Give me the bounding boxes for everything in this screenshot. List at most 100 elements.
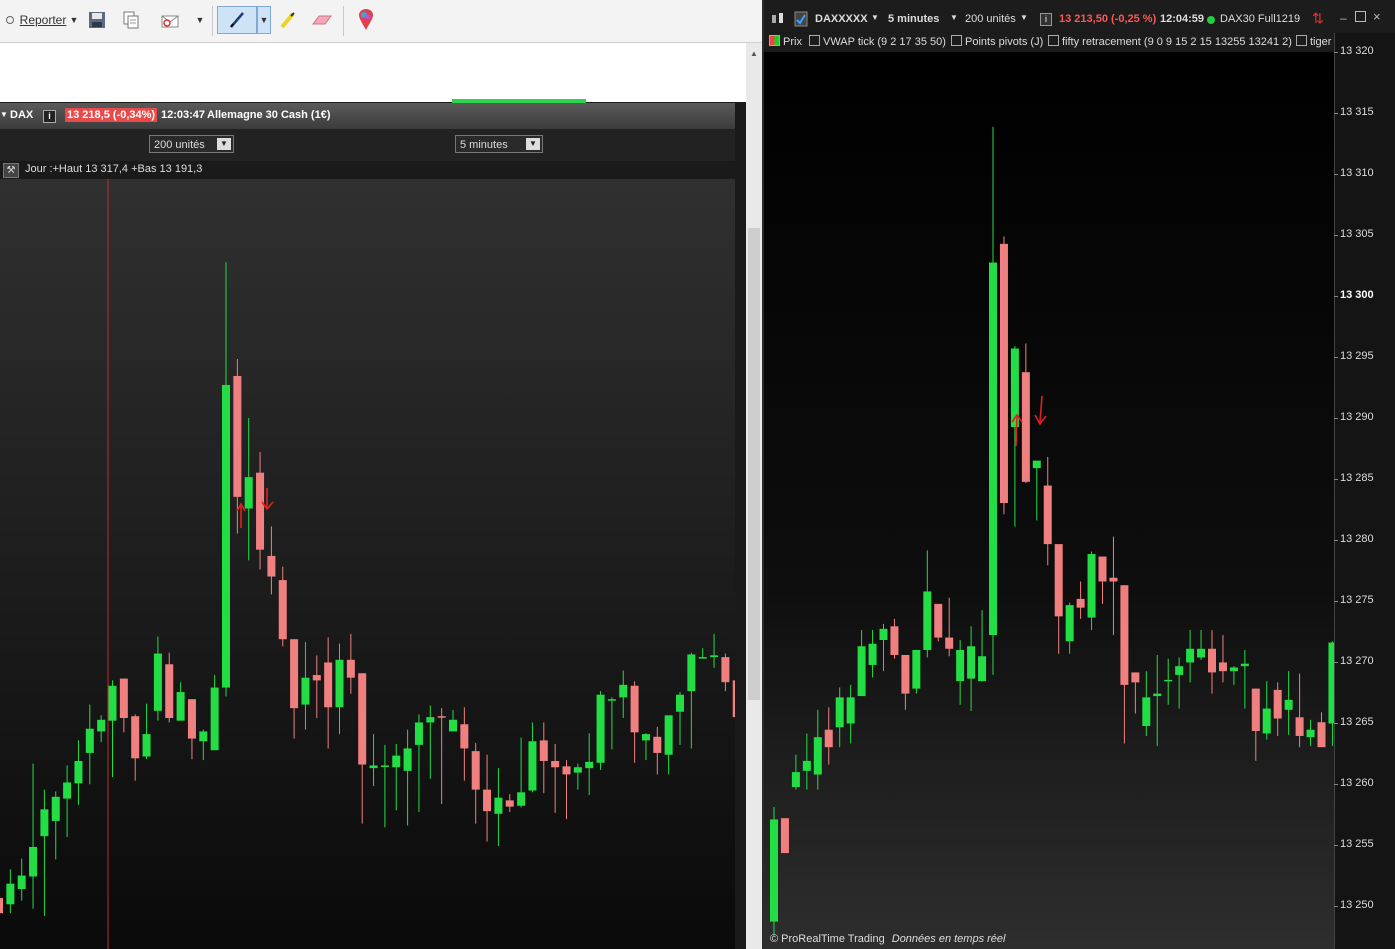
candle-body-up (585, 761, 594, 769)
price-axis-label: 13 270 (1340, 655, 1374, 667)
chevron-down-icon: ▼ (526, 138, 540, 150)
candle-body-down (131, 716, 140, 759)
instrument-name[interactable]: DAX (10, 109, 33, 121)
indicator-label: Prix (783, 36, 802, 48)
drawing-toolbar: Reporter ▼ ▼ ▼ (0, 0, 762, 43)
pen-tool-button[interactable] (217, 6, 257, 34)
minimize-icon[interactable]: – (1340, 11, 1347, 25)
report-icon (5, 16, 14, 24)
price-axis-label: 13 320 (1340, 45, 1374, 57)
right-candlestick-chart[interactable] (764, 52, 1334, 949)
eraser-icon[interactable] (310, 6, 334, 34)
candle-body-up (1284, 699, 1293, 710)
candle-body-down (483, 789, 492, 812)
indicator-fifty-retracement[interactable]: fifty retracement (9 0 9 15 2 15 13255 1… (1048, 35, 1292, 48)
candle-body-up (813, 737, 822, 775)
right-window-top (764, 0, 1395, 8)
candle-body-down (312, 675, 321, 681)
maximize-icon[interactable] (1355, 11, 1366, 22)
price-axis-label: 13 310 (1340, 167, 1374, 179)
checkbox-icon[interactable] (1048, 35, 1059, 46)
info-icon[interactable]: i (43, 110, 56, 123)
chevron-down-icon[interactable]: ▼ (950, 13, 958, 22)
candle-body-down (1131, 672, 1140, 683)
candle-body-up (1197, 648, 1206, 658)
candle-body-up (641, 734, 650, 741)
candle-body-up (528, 741, 537, 791)
price-axis-label: 13 265 (1340, 716, 1374, 728)
pen-dropdown-icon[interactable]: ▼ (257, 6, 271, 34)
candle-body-down (1120, 585, 1129, 685)
candle-body-up (74, 760, 83, 784)
left-chart-controls: 200 unités ▼ 5 minutes ▼ (0, 129, 735, 161)
color-picker-icon[interactable] (355, 6, 377, 34)
candle-body-up (517, 792, 526, 806)
indicator-list: Prix VWAP tick (9 2 17 35 50) Points piv… (764, 33, 1395, 51)
indicator-vwap[interactable]: VWAP tick (9 2 17 35 50) (809, 35, 946, 48)
candle-body-up (664, 715, 673, 755)
price-axis-label: 13 295 (1340, 350, 1374, 362)
save-icon[interactable] (86, 6, 108, 34)
units-select[interactable]: 200 unités ▼ (149, 135, 234, 153)
scroll-up-icon[interactable]: ▲ (750, 49, 758, 58)
checkbox-icon[interactable] (951, 35, 962, 46)
candle-body-down (945, 637, 954, 649)
price-axis-tick (1334, 418, 1338, 419)
candle-body-up (414, 722, 423, 745)
timeframe-select[interactable]: 5 minutes ▼ (455, 135, 543, 153)
candle-body-up (426, 717, 435, 723)
email-dropdown-icon[interactable]: ▼ (193, 6, 207, 34)
left-candlestick-chart[interactable] (0, 179, 735, 949)
candle-body-up (710, 655, 719, 658)
price-axis-label: 13 290 (1340, 411, 1374, 423)
chart-background (0, 179, 735, 949)
candle-body-down (1054, 544, 1063, 617)
report-button[interactable]: Reporter (0, 6, 76, 34)
candle-body-up (153, 653, 162, 711)
candle-body-down (1021, 372, 1030, 482)
price-axis-tick (1334, 296, 1338, 297)
candle-body-up (1229, 667, 1238, 672)
info-icon[interactable]: i (1040, 13, 1052, 26)
candle-body-down (1208, 648, 1216, 673)
indicator-pivots[interactable]: Points pivots (J) (951, 35, 1043, 48)
candle-body-down (999, 243, 1008, 503)
candle-body-down (732, 680, 735, 718)
wrench-icon[interactable]: ⚒ (3, 163, 19, 178)
timeframe-select[interactable]: 5 minutes (888, 13, 939, 25)
candle-body-up (1153, 693, 1162, 697)
highlighter-icon[interactable] (277, 6, 299, 34)
price-axis-tick (1334, 52, 1338, 53)
chevron-down-icon[interactable]: ▼ (871, 13, 879, 22)
price-axis-tick (1334, 235, 1338, 236)
checkbox-icon[interactable] (809, 35, 820, 46)
price-axis-label: 13 250 (1340, 899, 1374, 911)
instrument-select[interactable]: DAXXXXX (815, 13, 868, 25)
collapse-icon[interactable]: ▼ (0, 110, 8, 119)
copy-icon[interactable] (120, 6, 142, 34)
sync-arrows-icon[interactable]: ⇅ (1312, 10, 1324, 27)
candle-body-up (1087, 554, 1096, 618)
indicator-prix[interactable]: Prix (769, 35, 802, 48)
scrollbar-thumb[interactable] (748, 228, 760, 700)
candle-body-up (1065, 605, 1074, 642)
units-select[interactable]: 200 unités (965, 13, 1016, 25)
candle-body-up (967, 646, 976, 679)
quote-time: 12:03:47 (161, 109, 206, 121)
left-chart-header: ▼ DAX i 13 218,5 (-0,34%) 12:03:47 Allem… (0, 103, 735, 129)
chevron-down-icon[interactable]: ▼ (1020, 13, 1028, 22)
report-dropdown-icon[interactable]: ▼ (68, 6, 80, 34)
checkbox-icon[interactable] (1296, 35, 1307, 46)
price-axis-tick (1334, 540, 1338, 541)
status-dot-icon (1207, 16, 1215, 24)
settings-check-icon[interactable] (794, 11, 808, 27)
candle-body-up (142, 734, 151, 757)
candle-body-up (791, 772, 800, 788)
candle-body-up (879, 628, 888, 641)
chart-type-icon[interactable] (770, 12, 786, 26)
candle-body-down (505, 800, 514, 807)
email-icon[interactable] (156, 6, 186, 34)
close-icon[interactable]: × (1373, 9, 1381, 24)
candle-body-up (210, 687, 219, 751)
candle-body-down (1218, 662, 1227, 672)
